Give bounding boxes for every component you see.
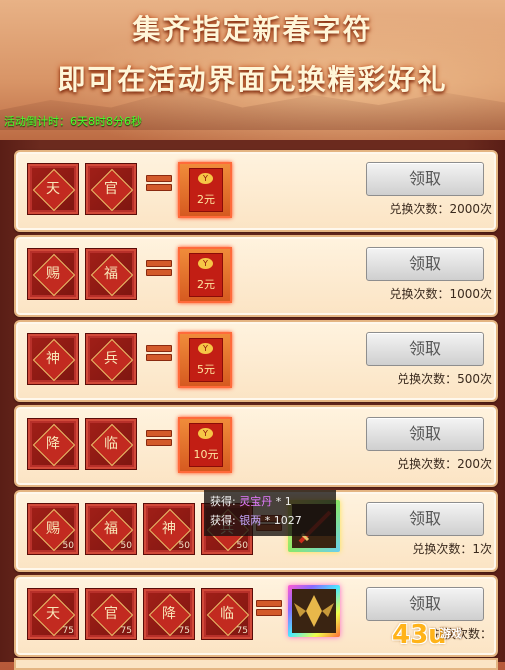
equals-icon: [146, 258, 172, 276]
claim-button[interactable]: 领取: [366, 417, 484, 451]
reward-amount: 5元: [197, 363, 215, 376]
event-countdown: 活动倒计时：6天8时8分6秒: [4, 115, 142, 128]
equals-icon: [256, 598, 282, 616]
char-card-1: 赐 50: [28, 504, 78, 554]
event-banner: 集齐指定新春字符 即可在活动界面兑换精彩好礼 活动倒计时：6天8时8分6秒: [0, 0, 505, 150]
winged-emblem-reward-icon[interactable]: [288, 585, 340, 637]
char-card-1: 降: [28, 419, 78, 469]
char-label: 福: [104, 266, 118, 282]
red-envelope-reward[interactable]: Y 2元: [178, 162, 232, 218]
exchange-row: 神 兵 Y 5元 领取 兑换次数：500次: [14, 320, 498, 402]
char-count: 50: [236, 541, 248, 551]
char-count: 50: [120, 541, 132, 551]
equals-icon: [146, 343, 172, 361]
site-watermark-logo: 43u: [392, 620, 447, 650]
char-label: 天: [46, 606, 60, 622]
red-envelope-reward[interactable]: Y 5元: [178, 332, 232, 388]
char-card-2: 临: [86, 419, 136, 469]
char-card-2: 福: [86, 249, 136, 299]
char-label: 临: [220, 606, 234, 622]
char-label: 赐: [46, 266, 60, 282]
exchange-times: 兑换次数：1000次: [389, 287, 492, 301]
char-count: 75: [120, 626, 132, 636]
next-row-partial: [14, 658, 498, 670]
claim-button[interactable]: 领取: [366, 162, 484, 196]
reward-tooltip: 获得: 灵宝丹 * 1 获得: 银两 * 1027: [204, 490, 336, 536]
char-label: 神: [162, 521, 176, 537]
exchange-times: 兑换次数：1次: [412, 542, 492, 556]
equals-icon: [146, 428, 172, 446]
char-count: 50: [178, 541, 190, 551]
char-count: 75: [62, 626, 74, 636]
exchange-row: 天 官 Y 2元 领取 兑换次数：2000次: [14, 150, 498, 232]
banner-title-line1: 集齐指定新春字符: [132, 13, 373, 46]
red-envelope-reward[interactable]: Y 10元: [178, 417, 232, 473]
exchange-row: 降 临 Y 10元 领取 兑换次数：200次: [14, 405, 498, 487]
char-count: 75: [236, 626, 248, 636]
reward-amount: 2元: [197, 278, 215, 291]
tooltip-item-name: 灵宝丹: [239, 495, 273, 508]
char-label: 兵: [104, 351, 118, 367]
char-label: 神: [46, 351, 60, 367]
char-card-2: 福 50: [86, 504, 136, 554]
char-card-2: 官: [86, 164, 136, 214]
claim-button[interactable]: 领取: [366, 247, 484, 281]
char-card-1: 赐: [28, 249, 78, 299]
yuan-coin-icon: Y: [198, 343, 213, 354]
tooltip-qty: * 1: [272, 495, 292, 508]
char-label: 官: [104, 181, 118, 197]
exchange-row: 赐 福 Y 2元 领取 兑换次数：1000次: [14, 235, 498, 317]
red-envelope-reward[interactable]: Y 2元: [178, 247, 232, 303]
char-label: 赐: [46, 521, 60, 537]
equals-icon: [146, 173, 172, 191]
char-card-1: 神: [28, 334, 78, 384]
exchange-times: 兑换次数：200次: [397, 457, 492, 471]
tooltip-item-name: 银两: [239, 514, 262, 527]
site-watermark-sub: 游戏: [440, 627, 462, 640]
reward-amount: 10元: [193, 448, 219, 461]
char-label: 降: [162, 606, 176, 622]
char-label: 临: [104, 436, 118, 452]
claim-button[interactable]: 领取: [366, 332, 484, 366]
yuan-coin-icon: Y: [198, 428, 213, 439]
char-card-2: 兵: [86, 334, 136, 384]
char-count: 50: [62, 541, 74, 551]
char-card-1: 天 75: [28, 589, 78, 639]
char-label: 福: [104, 521, 118, 537]
reward-amount: 2元: [197, 193, 215, 206]
char-card-1: 天: [28, 164, 78, 214]
banner-title-line2: 即可在活动界面兑换精彩好礼: [57, 63, 448, 96]
char-label: 官: [104, 606, 118, 622]
char-card-4: 临 75: [202, 589, 252, 639]
char-label: 天: [46, 181, 60, 197]
yuan-coin-icon: Y: [198, 173, 213, 184]
claim-button[interactable]: 领取: [366, 587, 484, 621]
yuan-coin-icon: Y: [198, 258, 213, 269]
char-label: 降: [46, 436, 60, 452]
tooltip-qty: * 1027: [261, 514, 302, 527]
char-card-3: 降 75: [144, 589, 194, 639]
claim-button[interactable]: 领取: [366, 502, 484, 536]
exchange-times: 兑换次数：500次: [397, 372, 492, 386]
tooltip-prefix: 获得:: [210, 495, 240, 508]
char-card-2: 官 75: [86, 589, 136, 639]
char-count: 75: [178, 626, 190, 636]
tooltip-prefix: 获得:: [210, 514, 240, 527]
exchange-times: 兑换次数：2000次: [389, 202, 492, 216]
char-card-3: 神 50: [144, 504, 194, 554]
